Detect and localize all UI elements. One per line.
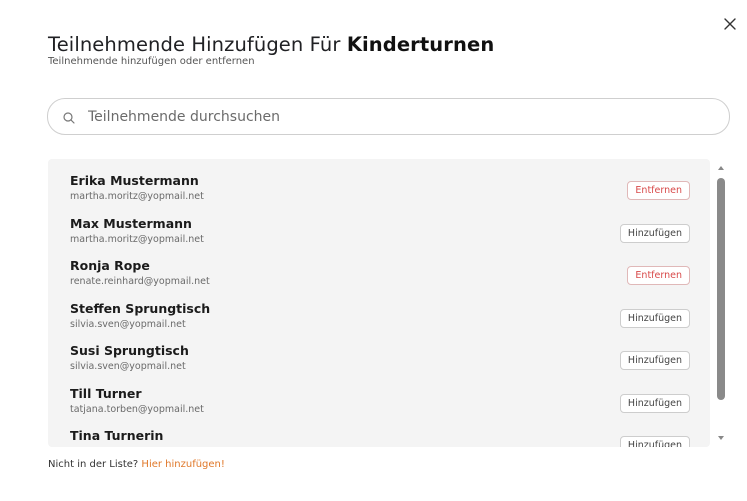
scrollbar-thumb[interactable] — [717, 178, 725, 400]
add-new-participant-link[interactable]: Hier hinzufügen! — [141, 459, 225, 470]
participant-email: tatjana.torben@yopmail.net — [70, 403, 204, 415]
add-participant-button[interactable]: Hinzufügen — [619, 393, 690, 413]
add-participant-button[interactable]: Hinzufügen — [619, 351, 690, 370]
participant-row: Till Turner tatjana.torben@yopmail.net Hin… — [48, 372, 710, 415]
dialog-subtitle: Teilnehmende hinzufügen oder entfernen — [48, 56, 255, 67]
participant-name: Till Turner — [70, 385, 142, 401]
search-icon — [62, 110, 76, 124]
dialog-title-prefix: Teilnehmende Hinzufügen Für — [48, 33, 341, 56]
dialog-title: Teilnehmende Hinzufügen Für Kinderturnen — [48, 33, 494, 56]
add-participant-button[interactable]: Hinzufügen — [619, 436, 690, 447]
participant-email: martha.moritz@yopmail.net — [70, 191, 204, 202]
participant-email: silvia.sven@yopmail.net — [70, 361, 186, 372]
participant-row: Susi Sprungtisch silvia.sven@yopmail.net H… — [48, 329, 710, 372]
dialog-title-course: Kinderturnen — [346, 33, 495, 56]
add-participant-button[interactable]: Hinzufügen — [619, 308, 690, 328]
participant-name: Tina Turnerin — [70, 428, 164, 443]
participant-name: Erika Mustermann — [70, 173, 199, 188]
participant-email: silvia.sven@yopmail.net — [70, 318, 186, 330]
participant-name: Ronja Rope — [70, 258, 150, 273]
participant-email: martha.moritz@yopmail.net — [70, 233, 204, 245]
search-input[interactable] — [88, 105, 708, 129]
participant-row: Max Mustermann martha.moritz@yopmail.net H… — [48, 202, 710, 245]
close-icon[interactable] — [719, 13, 741, 35]
participant-list: Erika Mustermann martha.moritz@yopmail.ne… — [48, 159, 710, 447]
participant-row: Tina Turnerin Hinzufügen — [48, 414, 710, 447]
participant-row: Steffen Sprungtisch silvia.sven@yopmail.n… — [48, 287, 710, 330]
search-box — [47, 98, 730, 135]
remove-participant-button[interactable]: Entfernen — [627, 266, 690, 285]
footer: Nicht in der Liste? Hier hinzufügen! — [48, 459, 225, 470]
scroll-up-icon[interactable] — [718, 166, 724, 170]
add-participants-dialog: Teilnehmende Hinzufügen Für Kinderturnen… — [0, 0, 747, 501]
participant-row: Ronja Rope renate.reinhard@yopmail.net Ent… — [48, 244, 710, 287]
participant-row: Erika Mustermann martha.moritz@yopmail.ne… — [48, 159, 710, 202]
add-participant-button[interactable]: Hinzufügen — [619, 223, 690, 243]
remove-participant-button[interactable]: Entfernen — [627, 181, 690, 200]
scroll-down-icon[interactable] — [718, 436, 724, 440]
list-scrollbar[interactable] — [715, 162, 727, 444]
footer-question: Nicht in der Liste? — [48, 459, 139, 470]
participant-name: Max Mustermann — [70, 215, 192, 231]
participant-email: renate.reinhard@yopmail.net — [70, 276, 210, 287]
participant-name: Susi Sprungtisch — [70, 343, 189, 358]
participant-name: Steffen Sprungtisch — [70, 300, 211, 316]
